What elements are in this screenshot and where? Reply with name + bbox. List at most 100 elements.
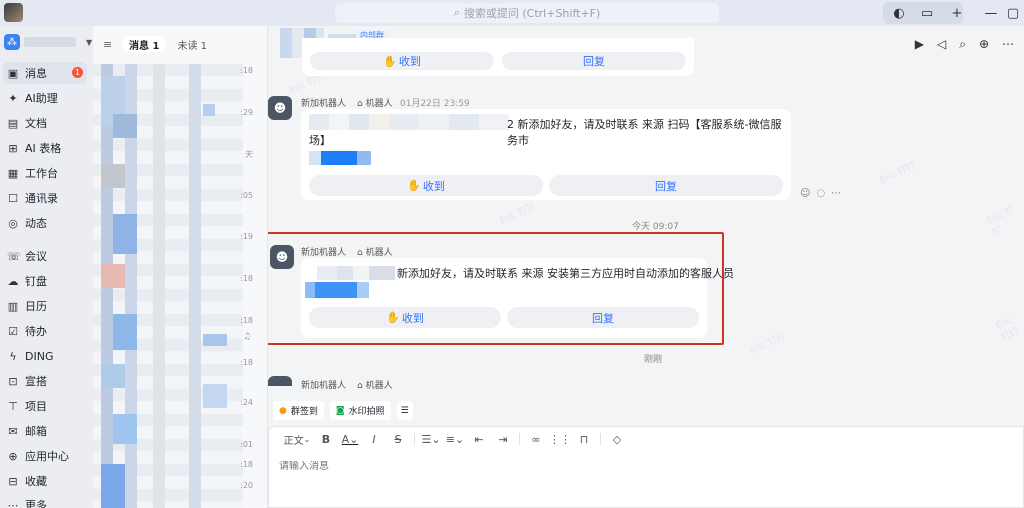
divider-insert-icon[interactable]: ⋮⋮ bbox=[548, 429, 572, 449]
quick-actions: ● 群签到 ◙ 水印拍照 ☰ bbox=[273, 401, 413, 420]
reply-label: 回复 bbox=[592, 311, 614, 325]
font-color-icon[interactable]: A⌄ bbox=[338, 429, 362, 449]
reply-button[interactable]: 回复 bbox=[549, 175, 783, 196]
conversation-time: :18 bbox=[240, 274, 253, 283]
add-member-icon[interactable]: ⊕ bbox=[979, 37, 989, 52]
outdent-icon[interactable]: ⇤ bbox=[467, 429, 491, 449]
video-call-icon[interactable]: ▶ bbox=[915, 37, 924, 52]
receive-button[interactable]: ✋ 收到 bbox=[309, 307, 501, 328]
bold-icon[interactable]: B bbox=[314, 429, 338, 449]
table-icon: ⊞ bbox=[8, 141, 18, 155]
robot-avatar-icon[interactable] bbox=[268, 376, 292, 386]
nav-item-activity[interactable]: ◎ 动态 bbox=[3, 212, 87, 234]
nav-item-ai-assistant[interactable]: ✦ AI助理 bbox=[3, 87, 87, 109]
watermark: Eric 钉钉 bbox=[985, 205, 1016, 239]
ai-sparkle-icon: ✦ bbox=[8, 91, 18, 105]
nav-item-project[interactable]: ⊤ 项目 bbox=[3, 395, 87, 417]
paragraph-style-select[interactable]: 正文 ⌄ bbox=[280, 429, 314, 449]
watermark: Eric 钉钉 bbox=[878, 161, 917, 187]
more-options-icon[interactable]: ⋯ bbox=[1002, 37, 1014, 52]
conversation-time: :24 bbox=[240, 398, 253, 407]
nav-item-messages[interactable]: ▣ 消息 1 bbox=[3, 62, 87, 84]
theme-toggle-icon[interactable]: ◐ bbox=[888, 3, 910, 23]
nav-item-app-center[interactable]: ⊕ 应用中心 bbox=[3, 445, 87, 467]
calendar-icon: ▥ bbox=[7, 299, 19, 313]
add-icon[interactable]: + bbox=[946, 3, 968, 23]
filter-icon[interactable]: ≡ bbox=[103, 38, 117, 51]
title-bar: ⌕ 搜索或提问 (Ctrl+Shift+F) ◐ ▭ + — ▢ bbox=[0, 0, 1024, 26]
comment-icon[interactable]: ◌ bbox=[816, 188, 825, 199]
italic-icon[interactable]: I bbox=[362, 429, 386, 449]
grid-icon: ▦ bbox=[7, 166, 19, 180]
nav-item-ai-table[interactable]: ⊞ AI 表格 bbox=[3, 137, 87, 159]
clap-hand-icon: ✋ bbox=[383, 54, 397, 68]
indent-icon[interactable]: ⇥ bbox=[491, 429, 515, 449]
nav-item-yida[interactable]: ⊡ 宣搭 bbox=[3, 370, 87, 392]
nav-item-docs[interactable]: ▤ 文档 bbox=[3, 112, 87, 134]
receive-button[interactable]: ✋ 收到 bbox=[310, 52, 494, 70]
group-checkin-button[interactable]: ● 群签到 bbox=[273, 401, 324, 420]
bullet-list-icon[interactable]: ☰⌄ bbox=[419, 429, 443, 449]
minimize-icon[interactable]: — bbox=[980, 3, 1002, 23]
user-avatar[interactable] bbox=[4, 3, 23, 22]
strikethrough-icon[interactable]: S bbox=[386, 429, 410, 449]
nav-item-drive[interactable]: ☁ 钉盘 bbox=[3, 270, 87, 292]
more-actions-icon[interactable]: ⋯ bbox=[831, 188, 841, 199]
nav-item-todo[interactable]: ☑ 待办 bbox=[3, 320, 87, 342]
format-toolbar: 正文 ⌄ B A⌄ I S ☰⌄ ≡⌄ ⇤ ⇥ ∞ ⋮⋮ ⊓ ◇ bbox=[269, 427, 1024, 451]
watermark-photo-button[interactable]: ◙ 水印拍照 bbox=[329, 401, 391, 420]
blurred-link bbox=[305, 282, 369, 298]
robot-avatar-icon[interactable]: ☻ bbox=[268, 96, 292, 120]
document-icon: ▤ bbox=[7, 116, 19, 130]
sent-status: 刚刚 bbox=[644, 355, 663, 365]
nav-item-contacts[interactable]: ☐ 通讯录 bbox=[3, 187, 87, 209]
message-input[interactable] bbox=[279, 461, 979, 472]
conversation-list: ≡ 消息 1 未读 1 :18 :29 天 :05 :19 :18 :18 :1… bbox=[93, 26, 268, 508]
toolbar-divider bbox=[600, 433, 601, 445]
chat-header-actions: ▶ ◁ ⌕ ⊕ ⋯ bbox=[915, 37, 1014, 52]
nav-item-more[interactable]: ⋯ 更多 bbox=[3, 494, 87, 508]
reply-button[interactable]: 回复 bbox=[507, 307, 699, 328]
global-search-input[interactable]: ⌕ 搜索或提问 (Ctrl+Shift+F) bbox=[335, 3, 719, 23]
blurred-username bbox=[309, 114, 509, 130]
mail-icon: ✉ bbox=[8, 424, 18, 438]
more-quick-actions-button[interactable]: ☰ bbox=[396, 401, 413, 420]
link-icon[interactable]: ∞ bbox=[524, 429, 548, 449]
numbered-list-icon[interactable]: ≡⌄ bbox=[443, 429, 467, 449]
maximize-icon[interactable]: ▢ bbox=[1002, 3, 1024, 23]
organization-switcher[interactable]: ⁂ ▼ bbox=[4, 34, 92, 50]
nav-item-ding[interactable]: ϟ DING bbox=[3, 345, 87, 367]
nav-item-meeting[interactable]: ☏ 会议 bbox=[3, 245, 87, 267]
nav-label: DING bbox=[25, 349, 54, 363]
announcement-icon[interactable]: ◁ bbox=[937, 37, 946, 52]
nav-item-calendar[interactable]: ▥ 日历 bbox=[3, 295, 87, 317]
chat-panel: 内部群 ▶ ◁ ⌕ ⊕ ⋯ Eric 钉钉 Eric 钉钉 Eric 钉钉 Er… bbox=[268, 26, 1024, 508]
code-block-icon[interactable]: ⊓ bbox=[572, 429, 596, 449]
nav-item-favorites[interactable]: ⊟ 收藏 bbox=[3, 470, 87, 492]
robot-avatar-icon[interactable]: ☻ bbox=[270, 245, 294, 269]
message-hover-actions: ☺ ◌ ⋯ bbox=[800, 188, 841, 199]
nav-label: 收藏 bbox=[25, 475, 47, 488]
search-icon: ⌕ bbox=[453, 6, 460, 19]
nav-item-workbench[interactable]: ▦ 工作台 bbox=[3, 162, 87, 184]
screen-cast-icon[interactable]: ▭ bbox=[916, 3, 938, 23]
receive-label: 收到 bbox=[398, 55, 421, 68]
search-history-icon[interactable]: ⌕ bbox=[959, 37, 966, 52]
tab-messages[interactable]: 消息 1 bbox=[123, 36, 166, 52]
contacts-icon: ☐ bbox=[8, 191, 18, 205]
cloud-drive-icon: ☁ bbox=[7, 274, 19, 288]
nav-label: 会议 bbox=[25, 250, 47, 263]
message-card: ✋ 收到 回复 bbox=[302, 38, 694, 76]
nav-item-mail[interactable]: ✉ 邮箱 bbox=[3, 420, 87, 442]
receive-button[interactable]: ✋ 收到 bbox=[309, 175, 543, 196]
emoji-reaction-icon[interactable]: ☺ bbox=[800, 188, 810, 199]
conversation-time: :01 bbox=[240, 440, 253, 449]
sender-name: 新加机器人 bbox=[301, 248, 347, 258]
nav-label: 待办 bbox=[25, 325, 47, 338]
reply-button[interactable]: 回复 bbox=[502, 52, 686, 70]
tab-unread[interactable]: 未读 1 bbox=[171, 36, 213, 52]
nav-label: 邮箱 bbox=[25, 425, 47, 438]
robot-tag: ⌂ 机器人 bbox=[357, 248, 393, 258]
clear-format-icon[interactable]: ◇ bbox=[605, 429, 629, 449]
conversation-time: :20 bbox=[240, 481, 253, 490]
